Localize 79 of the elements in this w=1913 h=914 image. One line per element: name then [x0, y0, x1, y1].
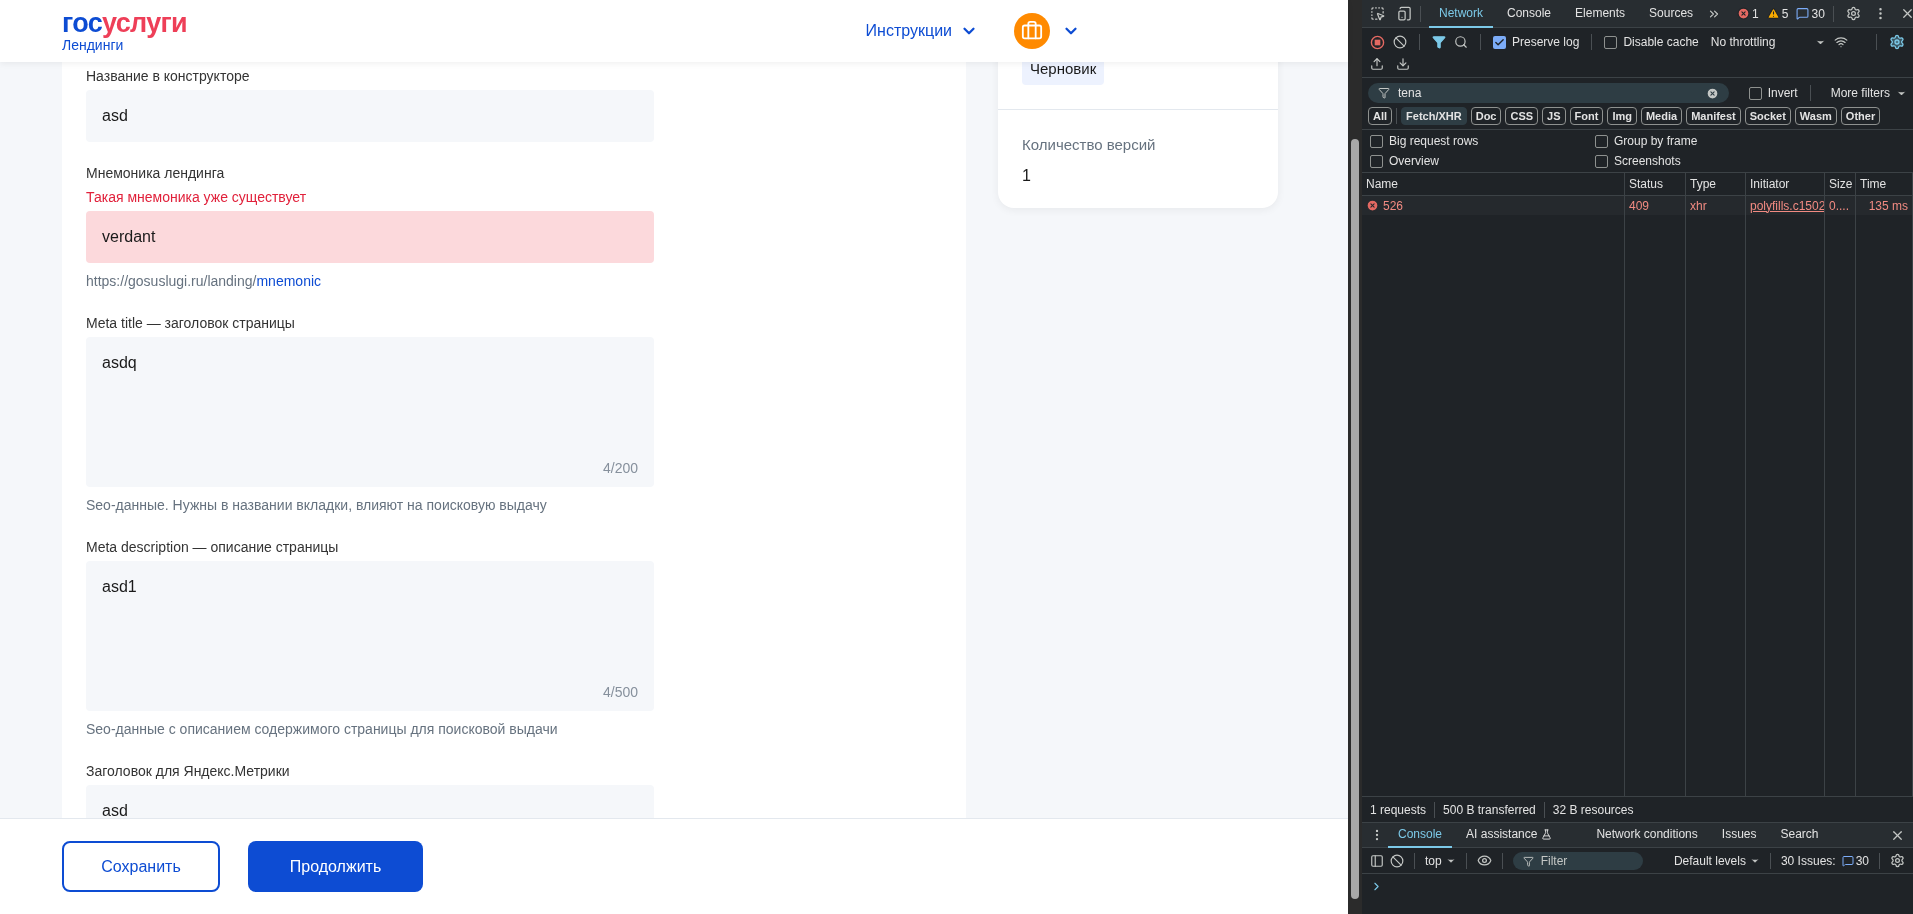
continue-button[interactable]: Продолжить: [248, 841, 423, 892]
checkbox-label: Group by frame: [1614, 133, 1698, 150]
console-filter-field[interactable]: Filter: [1512, 851, 1643, 870]
type-filter-chip[interactable]: Img: [1607, 106, 1637, 125]
instructions-menu[interactable]: Инструкции: [865, 19, 978, 43]
status-badge: Черновик: [1022, 62, 1105, 85]
field-label: Meta description — описание страницы: [86, 538, 339, 557]
column-header[interactable]: Initiator: [1746, 173, 1825, 195]
table-cell[interactable]: polyfills.c1502: [1746, 196, 1825, 215]
summary-text: 32 B resources: [1552, 801, 1634, 819]
versions-label: Количество версий: [1022, 134, 1156, 155]
devtools-tab[interactable]: Sources: [1639, 0, 1704, 28]
text-field[interactable]: verdant: [86, 211, 654, 263]
type-filter-chip[interactable]: All: [1368, 106, 1393, 125]
table-cell: 409: [1625, 196, 1686, 215]
logo-subtitle: Лендинги: [62, 38, 124, 52]
column-header[interactable]: Size: [1825, 173, 1856, 195]
devtools-tab[interactable]: Console: [1497, 0, 1562, 28]
issue-counter[interactable]: 30: [1796, 4, 1825, 23]
table-cell: 0....: [1825, 196, 1856, 215]
drawer-tab[interactable]: Search: [1770, 822, 1829, 848]
drawer-tab[interactable]: Network conditions: [1586, 822, 1708, 848]
save-button[interactable]: Сохранить: [62, 841, 220, 892]
character-counter: 4/500: [602, 683, 638, 702]
column-header[interactable]: Type: [1686, 173, 1746, 195]
field-hint: Seo-данные. Нужны в названии вкладки, влияют на поисковую выдачу: [86, 496, 547, 515]
issues-label: 30 Issues:: [1780, 852, 1836, 870]
context-dropdown[interactable]: top: [1425, 851, 1456, 870]
checkbox-label: Disable cache: [1623, 34, 1699, 51]
issues-counter[interactable]: 30: [1841, 851, 1869, 870]
type-filter-chip[interactable]: Font: [1569, 106, 1604, 125]
type-filter-chip[interactable]: Doc: [1470, 106, 1502, 125]
drawer-tab[interactable]: Issues: [1711, 822, 1767, 848]
summary-text: 1 requests: [1370, 801, 1427, 819]
logo[interactable]: госуслуги: [62, 10, 187, 36]
table-cell: 135 ms: [1856, 196, 1913, 215]
checkbox-label: Big request rows: [1389, 133, 1479, 150]
type-filter-chip[interactable]: Wasm: [1794, 106, 1837, 125]
text-area[interactable]: asd1 4/500: [86, 561, 654, 711]
devtools-tab[interactable]: Elements: [1565, 0, 1636, 28]
url-hint: https://gosuslugi.ru/landing/mnemonic: [86, 272, 322, 291]
field-hint: Seo-данные с описанием содержимого страницы для поисковой выдачи: [86, 720, 558, 739]
table-cell: 526: [1362, 196, 1625, 215]
text-field[interactable]: asd: [86, 785, 654, 818]
summary-text: 500 B transferred: [1443, 801, 1536, 819]
column-header[interactable]: Status: [1625, 173, 1686, 195]
error-message: Такая мнемоника уже существует: [86, 188, 307, 207]
type-filter-chip[interactable]: JS: [1542, 106, 1566, 125]
field-label: Название в конструкторе: [86, 67, 250, 86]
column-header[interactable]: Name: [1362, 173, 1625, 195]
more-filters-dropdown[interactable]: More filters: [1830, 84, 1907, 102]
drawer-tab[interactable]: AI assistance: [1456, 822, 1563, 848]
character-counter: 4/200: [602, 459, 638, 478]
type-filter-chip[interactable]: Other: [1840, 106, 1881, 125]
checkbox-label: Preserve log: [1512, 34, 1580, 51]
type-filter-chip[interactable]: Socket: [1744, 106, 1791, 125]
request-row[interactable]: 526 409 xhr polyfills.c1502 0.... 135 ms: [1362, 196, 1913, 215]
type-filter-chip[interactable]: Manifest: [1686, 106, 1741, 125]
table-cell: xhr: [1686, 196, 1746, 215]
versions-count: 1: [1022, 166, 1031, 186]
text-area[interactable]: asdq 4/200: [86, 337, 654, 487]
field-label: Meta title — заголовок страницы: [86, 314, 295, 333]
checkbox-label: Overview: [1389, 153, 1439, 170]
network-filter-input[interactable]: tena: [1368, 83, 1729, 103]
drawer-tab[interactable]: Console: [1388, 822, 1453, 848]
text-field[interactable]: asd: [86, 90, 654, 142]
issue-counter[interactable]: 1: [1737, 4, 1759, 23]
field-label: Заголовок для Яндекс.Метрики: [86, 762, 290, 781]
type-filter-chip[interactable]: Media: [1640, 106, 1683, 125]
type-filter-chip[interactable]: Fetch/XHR: [1401, 106, 1467, 125]
checkbox-label: Screenshots: [1614, 153, 1681, 170]
field-label: Мнемоника лендинга: [86, 164, 225, 183]
checkbox-label: Invert: [1767, 85, 1798, 102]
issue-counter[interactable]: 5: [1766, 4, 1789, 23]
levels-dropdown[interactable]: Default levels: [1673, 851, 1760, 870]
type-filter-chip[interactable]: CSS: [1505, 106, 1539, 125]
devtools-tab[interactable]: Network: [1429, 0, 1493, 28]
throttling-dropdown[interactable]: No throttling: [1710, 33, 1827, 51]
column-header[interactable]: Time: [1856, 173, 1913, 195]
